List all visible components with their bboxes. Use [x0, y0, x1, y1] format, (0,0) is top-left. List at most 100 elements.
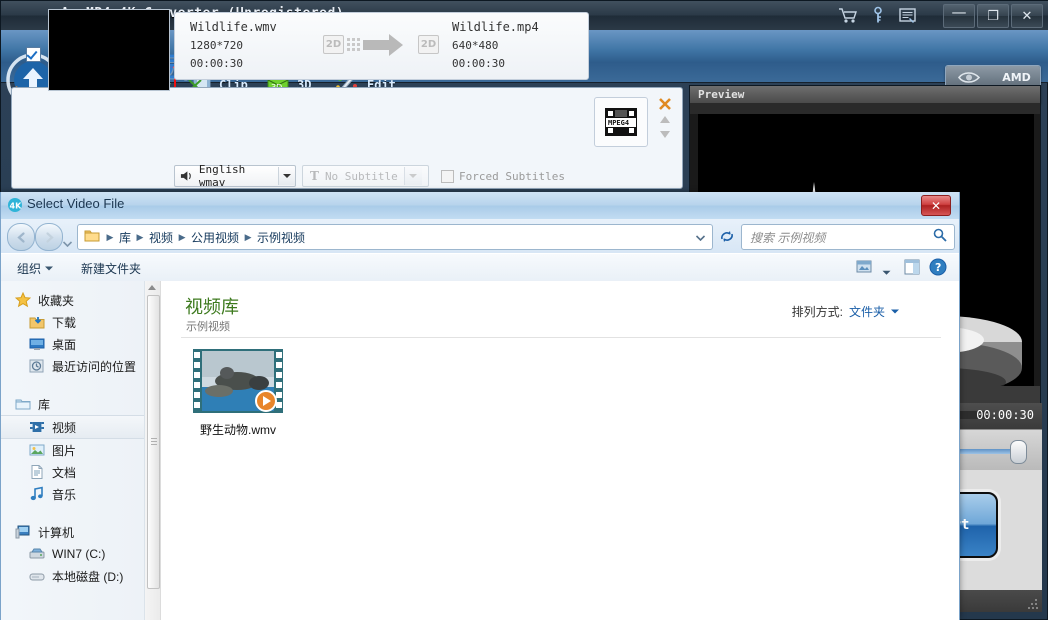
refresh-button[interactable] [715, 224, 739, 248]
new-folder-button[interactable]: 新建文件夹 [81, 259, 141, 277]
sidebar-item-downloads[interactable]: 下载 [1, 311, 144, 333]
source-filename: Wildlife.wmv [190, 20, 277, 34]
target-duration: 00:00:30 [452, 57, 505, 70]
dialog-navigation-bar: ▶ 库 ▶ 视频 ▶ 公用视频 ▶ 示例视频 搜索 示例视频 [1, 219, 959, 253]
help-button[interactable]: ? [929, 258, 947, 281]
list-item[interactable]: 野生动物.wmv [183, 349, 293, 438]
subtitle-track-caret[interactable] [404, 167, 422, 185]
preview-pane-button[interactable] [903, 258, 921, 281]
maximize-button[interactable]: ❐ [977, 4, 1009, 28]
forced-subtitles-checkbox[interactable] [441, 170, 454, 183]
sidebar-item-drive-d[interactable]: 本地磁盘 (D:) [1, 565, 144, 587]
row-actions [656, 97, 675, 145]
key-icon[interactable] [867, 6, 889, 25]
search-input[interactable]: 搜索 示例视频 [742, 229, 933, 246]
sidebar-item-drive-c[interactable]: WIN7 (C:) [1, 543, 144, 565]
select-video-file-dialog: 4K Select Video File ✕ [0, 192, 960, 620]
library-title: 视频库 [185, 293, 239, 319]
breadcrumb-1[interactable]: 视频 [146, 229, 176, 246]
close-glyph: ✕ [1022, 10, 1033, 23]
track-selectors: English wmav T No Subtitle Forced Subtit… [174, 165, 565, 187]
cart-icon[interactable] [837, 6, 859, 25]
dialog-title-bar: 4K Select Video File ✕ [1, 192, 959, 220]
folder-icon [84, 228, 100, 247]
source-2d-badge: 2D [323, 35, 344, 54]
back-arrow-icon [15, 231, 28, 244]
view-dropdown-button[interactable] [882, 263, 891, 281]
svg-text:MPEG4: MPEG4 [608, 119, 629, 127]
dialog-command-bar: 组织 新建文件夹 ? [1, 253, 959, 283]
search-box[interactable]: 搜索 示例视频 [741, 224, 955, 250]
sidebar-label: 最近访问的位置 [52, 358, 136, 375]
sidebar-item-music[interactable]: 音乐 [1, 483, 144, 505]
history-dropdown-button[interactable] [63, 234, 72, 252]
breadcrumb-3[interactable]: 示例视频 [254, 229, 308, 246]
audio-track-caret[interactable] [278, 167, 295, 185]
output-profile-button[interactable]: MPEG4 [594, 97, 648, 147]
scroll-up-arrow-icon[interactable] [148, 285, 156, 290]
sidebar-item-favorites[interactable]: 收藏夹 [1, 289, 144, 311]
file-thumbnail [48, 9, 170, 91]
back-button[interactable] [7, 223, 35, 251]
close-button[interactable]: ✕ [1011, 4, 1043, 28]
dialog-body: 收藏夹 下载 桌面 [1, 281, 959, 620]
audio-track-combo[interactable]: English wmav [174, 165, 296, 187]
hdd-icon [29, 546, 45, 562]
new-folder-label: 新建文件夹 [81, 260, 141, 277]
address-dropdown-icon[interactable] [696, 228, 705, 246]
recent-icon [29, 358, 45, 374]
sidebar-item-desktop[interactable]: 桌面 [1, 333, 144, 355]
audio-track-label: English wmav [193, 163, 278, 189]
sidebar-item-pictures[interactable]: 图片 [1, 439, 144, 461]
sidebar-item-documents[interactable]: 文档 [1, 461, 144, 483]
library-icon [15, 396, 31, 412]
chevron-down-icon [45, 266, 53, 271]
view-layout-button[interactable] [855, 258, 873, 281]
sidebar-label: 下载 [52, 314, 76, 331]
move-down-button[interactable] [657, 128, 673, 146]
sidebar-label: 视频 [52, 419, 76, 436]
dialog-close-button[interactable]: ✕ [921, 195, 951, 216]
subtitle-t-icon: T [310, 169, 319, 183]
sidebar-label: 计算机 [38, 524, 74, 541]
preview-strip [690, 103, 1040, 114]
navigation-scrollbar[interactable] [145, 281, 161, 620]
sidebar-item-libraries[interactable]: 库 [1, 393, 144, 415]
breadcrumb-separator: ▶ [176, 232, 188, 243]
navigation-pane: 收藏夹 下载 桌面 [1, 281, 145, 620]
arrange-value[interactable]: 文件夹 [849, 303, 885, 320]
minimize-glyph: — [952, 5, 967, 20]
file-name-label: 野生动物.wmv [183, 421, 293, 438]
file-row-checkbox[interactable] [26, 47, 41, 62]
target-2d-badge: 2D [418, 35, 439, 54]
forced-subtitles-option[interactable]: Forced Subtitles [441, 170, 565, 183]
view-layout-icon [855, 258, 873, 276]
register-icon[interactable] [897, 6, 919, 25]
preview-pane-icon [903, 258, 921, 276]
sidebar-item-recent-places[interactable]: 最近访问的位置 [1, 355, 144, 377]
sidebar-item-videos[interactable]: 视频 [1, 415, 144, 439]
organize-menu[interactable]: 组织 [17, 259, 53, 277]
volume-knob[interactable] [1010, 440, 1027, 464]
video-icon [29, 419, 45, 435]
scroll-thumb[interactable] [147, 295, 160, 589]
star-icon [15, 292, 31, 308]
maximize-glyph: ❐ [987, 10, 999, 23]
sidebar-label: 库 [38, 396, 50, 413]
forced-subtitles-label: Forced Subtitles [459, 170, 565, 183]
breadcrumb-2[interactable]: 公用视频 [188, 229, 242, 246]
minimize-button[interactable]: — [943, 4, 975, 28]
source-duration: 00:00:30 [190, 57, 243, 70]
document-icon [29, 464, 45, 480]
chevron-down-icon [882, 270, 891, 276]
address-bar[interactable]: ▶ 库 ▶ 视频 ▶ 公用视频 ▶ 示例视频 [77, 224, 713, 250]
resize-grip[interactable] [1028, 599, 1038, 609]
forward-arrow-icon [43, 231, 56, 244]
chevron-down-icon[interactable] [891, 309, 899, 314]
sidebar-item-computer[interactable]: 计算机 [1, 521, 144, 543]
preview-header: Preview [690, 86, 1040, 103]
window-controls: — ❐ ✕ [943, 4, 1043, 27]
forward-button[interactable] [35, 223, 63, 251]
subtitle-track-combo[interactable]: T No Subtitle [302, 165, 429, 187]
breadcrumb-0[interactable]: 库 [116, 229, 134, 246]
